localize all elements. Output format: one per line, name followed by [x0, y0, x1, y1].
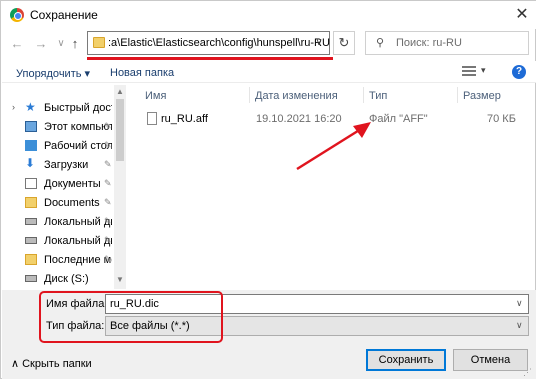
- search-icon: ⚲: [376, 37, 385, 49]
- scroll-up-icon[interactable]: ▲: [116, 87, 124, 96]
- downloads-icon: ⬇: [25, 156, 36, 170]
- pin-icon: ✎: [104, 197, 112, 207]
- documents-icon: [25, 178, 37, 189]
- sidebar-item-disk-s[interactable]: Диск (S:): [12, 270, 117, 289]
- sidebar-item-label: Диск (S:): [44, 273, 89, 285]
- sidebar-item-documents[interactable]: Документы ✎: [12, 175, 117, 194]
- sidebar-item-local-disk-1[interactable]: Локальный диск ✎: [12, 213, 117, 232]
- save-button[interactable]: Сохранить: [366, 349, 446, 371]
- toolbar: Упорядочить ▾ Новая папка ▾ ?: [2, 61, 536, 83]
- file-icon: [147, 112, 157, 125]
- pin-icon: ✎: [104, 254, 112, 264]
- folder-icon: [93, 37, 105, 48]
- desktop-icon: [25, 140, 37, 151]
- sidebar-item-label: Документы: [44, 178, 101, 190]
- annotation-arrow-head: [353, 122, 371, 138]
- organize-button[interactable]: Упорядочить ▾: [16, 67, 90, 80]
- help-icon[interactable]: ?: [512, 65, 526, 79]
- cancel-button[interactable]: Отмена: [453, 349, 528, 371]
- column-divider[interactable]: [363, 87, 364, 103]
- address-dropdown-icon[interactable]: ∨: [310, 34, 328, 52]
- column-divider[interactable]: [249, 87, 250, 103]
- expand-icon[interactable]: ›: [12, 102, 15, 112]
- annotation-arrow-shaft: [296, 127, 362, 171]
- pin-icon: ✎: [104, 121, 112, 131]
- column-divider[interactable]: [457, 87, 458, 103]
- file-name[interactable]: ru_RU.aff: [161, 113, 208, 125]
- forward-icon[interactable]: →: [31, 34, 51, 54]
- sidebar-item-label: Последние места: [44, 254, 112, 266]
- star-icon: ★: [25, 100, 36, 114]
- sidebar-item-label: Рабочий стол: [44, 140, 112, 152]
- column-header-name[interactable]: Имя: [145, 90, 166, 112]
- navigation-pane: › ★ Быстрый доступ Этот компьютер ✎ Рабо…: [2, 85, 127, 289]
- address-path[interactable]: :a\Elastic\Elasticsearch\config\hunspell…: [108, 37, 330, 49]
- hide-folders-button[interactable]: ∧ Скрыть папки: [11, 357, 92, 370]
- new-folder-button[interactable]: Новая папка: [110, 67, 174, 79]
- view-dropdown-icon[interactable]: ▾: [481, 65, 486, 76]
- column-header-size[interactable]: Размер: [463, 90, 501, 112]
- scroll-down-icon[interactable]: ▼: [116, 275, 124, 284]
- drive-icon: [25, 218, 37, 225]
- sidebar-item-label: Этот компьютер: [44, 121, 112, 133]
- sidebar-item-label: Загрузки: [44, 159, 89, 171]
- sidebar-item-downloads[interactable]: ⬇ Загрузки ✎: [12, 156, 117, 175]
- sidebar-item-desktop[interactable]: Рабочий стол ✎: [12, 137, 117, 156]
- sidebar-item-label: Documents: [44, 197, 100, 209]
- column-header-date[interactable]: Дата изменения: [255, 90, 338, 112]
- back-icon[interactable]: ←: [7, 34, 27, 54]
- file-size: 70 КБ: [487, 113, 516, 125]
- search-placeholder[interactable]: Поиск: ru-RU: [396, 37, 462, 49]
- refresh-button[interactable]: ↻: [333, 31, 355, 55]
- drive-icon: [25, 237, 37, 244]
- pin-icon: ✎: [104, 178, 112, 188]
- pin-icon: ✎: [104, 235, 112, 245]
- annotation-underline: [87, 57, 333, 60]
- sidebar-item-label: Локальный диск: [44, 235, 112, 247]
- sidebar-item-label: Быстрый доступ: [44, 102, 112, 114]
- save-dialog: Сохранение ✕ ← → ∨ ↑ :a\Elastic\Elastics…: [0, 0, 536, 379]
- drive-icon: [25, 275, 37, 282]
- search-box[interactable]: ⚲ Поиск: ru-RU: [365, 31, 529, 55]
- sidebar-item-quick-access[interactable]: › ★ Быстрый доступ: [12, 99, 117, 118]
- chevron-down-icon[interactable]: ∨: [516, 298, 523, 309]
- pin-icon: ✎: [104, 159, 112, 169]
- hide-folders-label: Скрыть папки: [22, 358, 92, 370]
- column-header-type[interactable]: Тип: [369, 90, 387, 112]
- folder-icon: [25, 197, 37, 208]
- chrome-icon: [10, 8, 24, 22]
- window-title: Сохранение: [30, 8, 98, 22]
- annotation-arrow: [296, 122, 371, 171]
- view-options-icon[interactable]: [462, 66, 476, 78]
- computer-icon: [25, 121, 37, 132]
- address-bar[interactable]: :a\Elastic\Elasticsearch\config\hunspell…: [87, 31, 330, 55]
- annotation-box: [39, 291, 223, 343]
- sidebar-item-this-pc[interactable]: Этот компьютер ✎: [12, 118, 117, 137]
- chevron-up-icon: ∧: [11, 358, 23, 370]
- pin-icon: ✎: [104, 216, 112, 226]
- close-icon[interactable]: ✕: [511, 4, 533, 26]
- scroll-thumb[interactable]: [116, 99, 124, 161]
- resize-grip-icon[interactable]: ⋰: [523, 367, 532, 378]
- sidebar-item-recent-places[interactable]: Последние места ✎: [12, 251, 117, 270]
- up-icon[interactable]: ↑: [65, 34, 85, 54]
- folder-icon: [25, 254, 37, 265]
- sidebar-item-label: Локальный диск: [44, 216, 112, 228]
- pin-icon: ✎: [104, 140, 112, 150]
- navigation-scrollbar[interactable]: ▲ ▼: [114, 85, 126, 289]
- chevron-down-icon[interactable]: ∨: [516, 320, 523, 331]
- sidebar-item-local-disk-2[interactable]: Локальный диск ✎: [12, 232, 117, 251]
- title-bar: Сохранение ✕: [1, 1, 536, 29]
- sidebar-item-documents-folder[interactable]: Documents ✎: [12, 194, 117, 213]
